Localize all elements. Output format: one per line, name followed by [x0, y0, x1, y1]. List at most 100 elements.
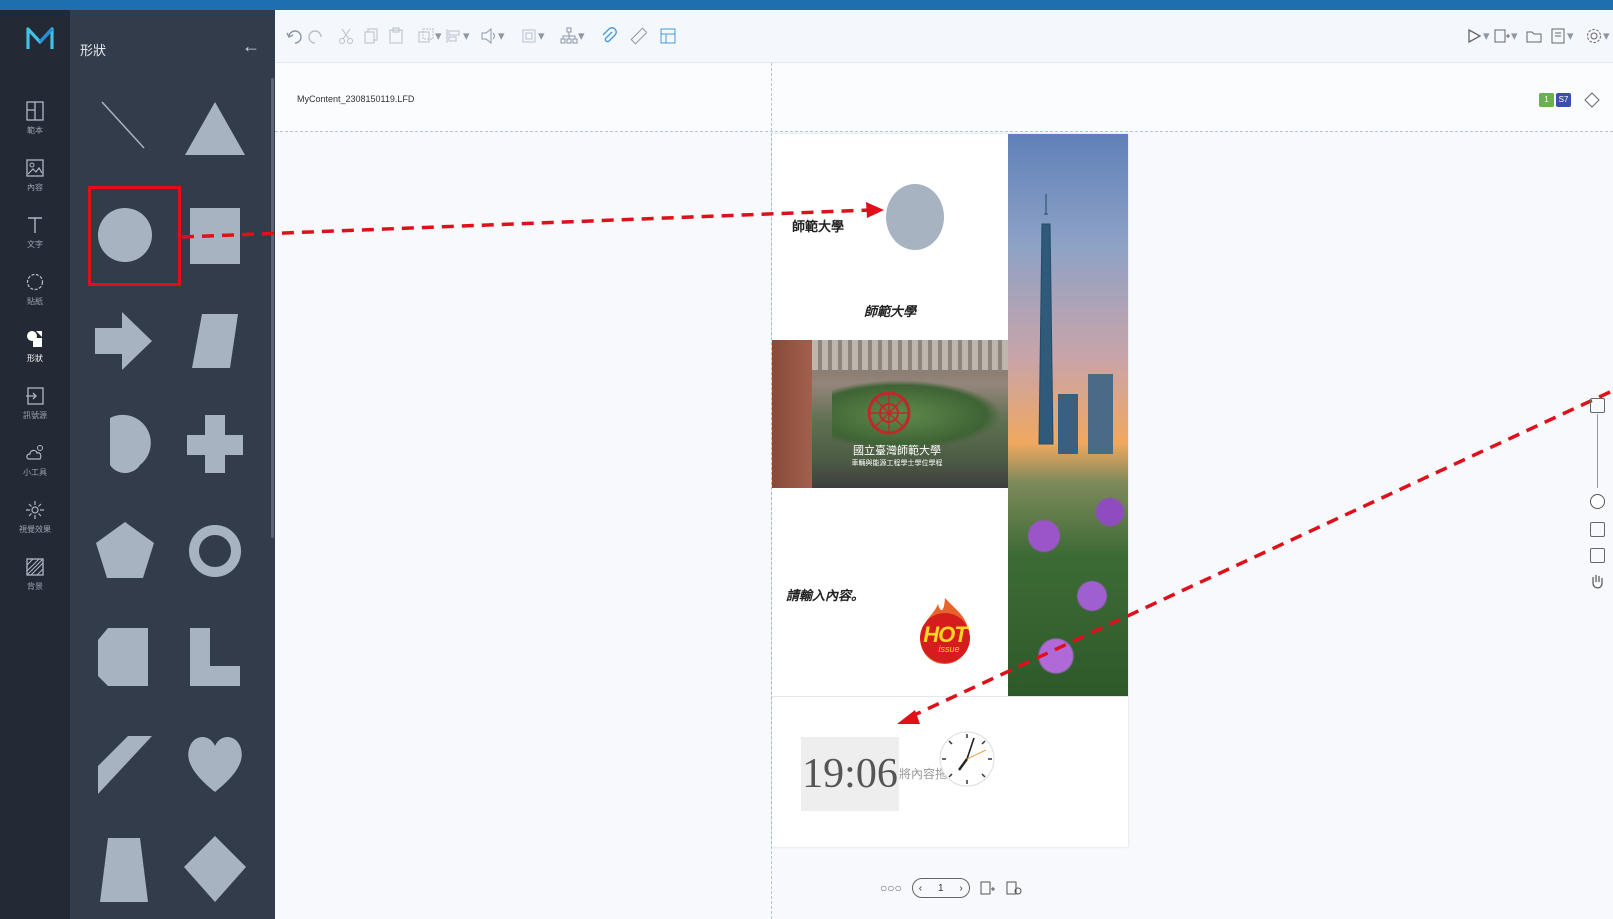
new-page-icon[interactable]: ▾	[1493, 26, 1518, 46]
canvas-page[interactable]: 師範大學 師範大學 國立臺灣師範大學 車輛與能源工程學士學位學程 請輸入內容。 …	[772, 134, 1128, 847]
section-divider	[772, 696, 1128, 697]
zoom-out-button[interactable]	[1590, 522, 1605, 537]
fit-screen-button[interactable]	[1590, 548, 1605, 563]
shape-parallelogram[interactable]	[180, 306, 250, 376]
copy-icon[interactable]	[362, 26, 380, 46]
text-element-top[interactable]: 師範大學	[792, 216, 844, 235]
delete-page-icon[interactable]	[1006, 880, 1022, 896]
widget-icon	[26, 445, 43, 460]
sidebar-item-visual-effect[interactable]: 視覺效果	[0, 493, 70, 549]
digital-clock-widget[interactable]: 19:06	[801, 737, 899, 811]
blue-badge[interactable]: S7	[1556, 93, 1571, 107]
shape-snip-rectangle[interactable]	[90, 622, 160, 692]
layers-icon[interactable]	[1584, 91, 1600, 109]
visual-effect-icon	[26, 501, 44, 519]
save-icon[interactable]: ▾	[1549, 26, 1574, 46]
taipei-101-photo[interactable]	[1008, 134, 1128, 696]
hot-issue-sticker[interactable]: HOT issue	[916, 596, 974, 666]
purple-flowers	[1008, 464, 1128, 696]
sidebar-item-label: 視覺效果	[19, 525, 51, 534]
cut-icon[interactable]	[337, 26, 355, 46]
layer-order-icon[interactable]: ▾	[417, 26, 442, 46]
text-element-prompt[interactable]: 請輸入內容。	[786, 585, 864, 604]
add-page-icon[interactable]	[980, 880, 996, 896]
building-facade	[812, 340, 1008, 370]
hot-sub-label: issue	[938, 644, 960, 654]
campus-photo[interactable]: 國立臺灣師範大學 車輛與能源工程學士學位學程	[772, 340, 1008, 488]
sidebar-item-sticker[interactable]: 貼紙	[0, 265, 70, 321]
trapezoid-shape-icon	[100, 838, 148, 902]
file-bar: MyContent_2308150119.LFD 1 S7	[275, 63, 1613, 131]
play-icon[interactable]: ▾	[1465, 26, 1490, 46]
app-window: 範本 內容 文字 貼紙 形狀 訊號源 小工具 視覺效果 背景 形狀 ← ▾ ▾ …	[0, 10, 1613, 919]
sidebar-item-content[interactable]: 內容	[0, 151, 70, 207]
sidebar-item-signal-source[interactable]: 訊號源	[0, 379, 70, 435]
sidebar-item-shapes[interactable]: 形狀	[0, 322, 70, 378]
shape-heart[interactable]	[180, 728, 250, 798]
shape-diagonal-stripe[interactable]	[90, 728, 160, 798]
snip-rectangle-shape-icon	[98, 628, 148, 686]
text-element-middle[interactable]: 師範大學	[864, 301, 916, 320]
l-shape-icon	[190, 628, 240, 686]
shape-triangle[interactable]	[180, 90, 250, 160]
shape-cross[interactable]	[180, 410, 250, 480]
arrow-left-icon[interactable]: ←	[242, 36, 260, 57]
cross-shape-icon	[187, 415, 243, 473]
parallelogram-shape-icon	[192, 314, 238, 368]
page-overview-icon[interactable]: ○○○	[880, 881, 902, 895]
attachment-icon[interactable]	[600, 26, 618, 46]
sidebar-item-widget[interactable]: 小工具	[0, 436, 70, 492]
toolbar: ▾ ▾ ▾ ▾ ▾ ▾ ▾ ▾ ▾	[275, 10, 1613, 63]
sidebar-item-label: 貼紙	[27, 297, 43, 306]
zoom-track[interactable]	[1597, 414, 1598, 488]
diamond-shape-icon	[184, 836, 246, 902]
image-icon	[26, 159, 44, 177]
selected-shape-highlight	[88, 186, 181, 286]
green-badge[interactable]: 1	[1539, 93, 1554, 107]
sidebar-item-label: 形狀	[27, 354, 43, 363]
zoom-in-button[interactable]	[1590, 398, 1605, 413]
paste-icon[interactable]	[387, 26, 405, 46]
hand-pan-icon[interactable]	[1589, 573, 1605, 591]
sidebar-item-label: 小工具	[23, 468, 47, 477]
zoom-slider-handle[interactable]	[1590, 494, 1605, 509]
app-logo-icon	[26, 27, 54, 49]
volume-icon[interactable]: ▾	[480, 26, 505, 46]
shape-pie[interactable]	[90, 410, 160, 480]
shape-pentagon[interactable]	[90, 516, 160, 586]
shape-line[interactable]	[90, 90, 160, 160]
shape-ring[interactable]	[180, 516, 250, 586]
page-number: 1	[937, 882, 944, 894]
sidebar-item-template[interactable]: 範本	[0, 94, 70, 150]
undo-icon[interactable]	[285, 26, 303, 46]
settings-gear-icon[interactable]: ▾	[1585, 26, 1610, 46]
brick-building	[772, 340, 812, 488]
sidebar-item-background[interactable]: 背景	[0, 550, 70, 606]
analog-clock-widget[interactable]	[938, 726, 996, 792]
shape-l-shape[interactable]	[180, 622, 250, 692]
shape-trapezoid[interactable]	[90, 832, 160, 902]
align-icon[interactable]: ▾	[445, 26, 470, 46]
shape-diamond[interactable]	[180, 832, 250, 902]
heart-shape-icon	[188, 737, 242, 792]
panel-scrollbar[interactable]	[271, 78, 274, 538]
page-stepper[interactable]: ‹ 1 ›	[911, 878, 970, 898]
chevron-right-icon[interactable]: ›	[959, 883, 962, 894]
sidebar-item-label: 範本	[27, 126, 43, 135]
circle-shape-element[interactable]	[884, 182, 946, 252]
background-icon	[26, 558, 44, 576]
group-icon[interactable]: ▾	[560, 26, 585, 46]
shape-arrow[interactable]	[90, 306, 160, 376]
panel-title: 形狀	[80, 43, 107, 58]
open-folder-icon[interactable]	[1525, 26, 1543, 46]
signal-source-icon	[26, 387, 44, 405]
sidebar-item-text[interactable]: 文字	[0, 208, 70, 264]
chevron-left-icon[interactable]: ‹	[919, 883, 922, 894]
sticker-icon	[26, 273, 44, 291]
redo-icon[interactable]	[307, 26, 325, 46]
shape-rectangle[interactable]	[180, 200, 250, 270]
grid-layout-icon[interactable]	[659, 26, 677, 46]
crop-icon[interactable]: ▾	[520, 26, 545, 46]
ruler-icon[interactable]	[629, 26, 647, 46]
sidebar-item-label: 文字	[27, 240, 43, 249]
